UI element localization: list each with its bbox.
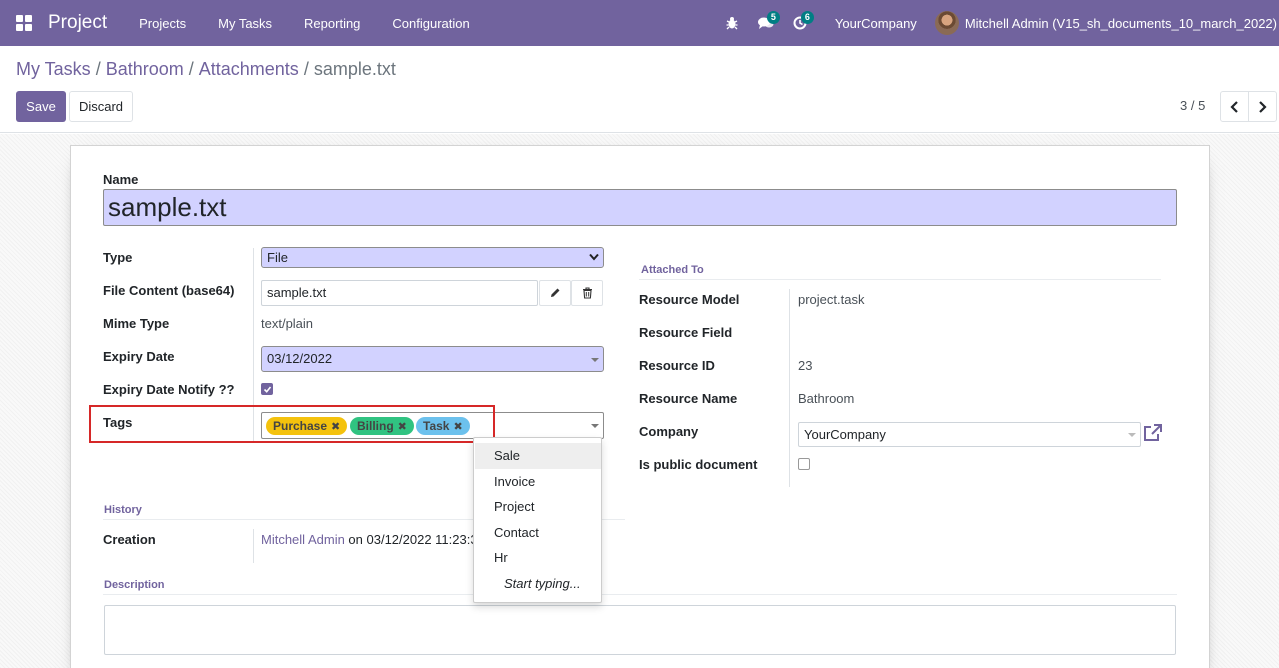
resource-model-value: project.task — [798, 292, 865, 307]
expiry-date-value: 03/12/2022 — [267, 351, 333, 366]
activities-icon[interactable]: 6 — [783, 0, 817, 46]
is-public-checkbox[interactable] — [798, 458, 810, 470]
save-button[interactable]: Save — [16, 91, 66, 122]
attached-to-title: Attached To — [641, 264, 704, 276]
dropdown-option-hr[interactable]: Hr — [475, 545, 601, 571]
chevron-right-icon — [1259, 100, 1267, 113]
breadcrumb-current: sample.txt — [313, 59, 396, 79]
breadcrumb-separator: / — [303, 59, 309, 79]
file-content-label: File Content (base64) — [103, 283, 235, 298]
name-label: Name — [103, 172, 139, 187]
history-title: History — [104, 504, 142, 516]
resource-model-label: Resource Model — [639, 292, 740, 307]
resource-name-label: Resource Name — [639, 391, 738, 406]
pager-previous-button[interactable] — [1220, 91, 1249, 122]
dropdown-option-invoice[interactable]: Invoice — [475, 469, 601, 495]
expiry-notify-checkbox[interactable] — [261, 383, 273, 395]
creation-label: Creation — [103, 532, 156, 547]
avatar — [934, 11, 959, 35]
resource-field-label: Resource Field — [639, 325, 733, 340]
is-public-label: Is public document — [639, 457, 758, 472]
app-name[interactable]: Project — [48, 12, 107, 34]
expiry-date-input[interactable]: 03/12/2022 — [261, 346, 604, 372]
type-label: Type — [103, 250, 133, 265]
tags-highlight-box — [89, 405, 495, 443]
resource-id-value: 23 — [798, 358, 813, 373]
external-link-icon — [1144, 424, 1162, 441]
systray: 5 6 YourCompany Mitchell Admin (V15_sh_d… — [715, 0, 1279, 46]
breadcrumb: My Tasks / Bathroom / Attachments / samp… — [16, 59, 396, 80]
resource-id-label: Resource ID — [639, 358, 715, 373]
pager-value[interactable]: 3 / 5 — [1180, 98, 1205, 113]
expiry-date-label: Expiry Date — [103, 349, 175, 364]
external-link-button[interactable] — [1143, 424, 1162, 445]
edit-file-button[interactable] — [539, 280, 571, 306]
clear-file-button[interactable] — [571, 280, 603, 306]
tags-dropdown: Sale Invoice Project Contact Hr Start ty… — [473, 437, 602, 603]
name-input[interactable]: sample.txt — [103, 189, 1177, 226]
dropdown-hint: Start typing... — [504, 576, 581, 591]
menu-reporting[interactable]: Reporting — [288, 16, 376, 31]
company-switcher[interactable]: YourCompany — [817, 16, 935, 31]
breadcrumb-separator: / — [188, 59, 194, 79]
dropdown-option-contact[interactable]: Contact — [475, 520, 601, 546]
field-separator — [789, 289, 790, 487]
messages-icon[interactable]: 5 — [749, 0, 783, 46]
breadcrumb-separator: / — [95, 59, 101, 79]
mime-type-value: text/plain — [261, 316, 314, 331]
type-select[interactable]: File — [261, 247, 604, 268]
creation-date: on 03/12/2022 11:23:3 — [344, 532, 478, 547]
expiry-notify-label: Expiry Date Notify ?? — [103, 382, 235, 397]
creation-value: Mitchell Admin on 03/12/2022 11:23:3 — [261, 532, 478, 547]
pencil-icon — [551, 288, 560, 297]
company-select[interactable]: YourCompany — [798, 422, 1141, 447]
caret-down-icon — [591, 358, 599, 362]
activities-count-badge: 6 — [800, 11, 814, 24]
user-name: Mitchell Admin (V15_sh_documents_10_marc… — [964, 15, 1277, 31]
chevron-down-icon — [589, 253, 599, 261]
company-value: YourCompany — [804, 427, 886, 442]
messages-count-badge: 5 — [766, 11, 780, 24]
pager-next-button[interactable] — [1248, 91, 1277, 122]
breadcrumb-attachments[interactable]: Attachments — [199, 59, 299, 80]
dropdown-option-project[interactable]: Project — [475, 494, 601, 520]
description-editor[interactable] — [104, 605, 1176, 655]
company-label: Company — [639, 424, 699, 439]
resource-name-value: Bathroom — [798, 391, 855, 406]
section-divider — [103, 594, 1177, 595]
apps-menu-icon[interactable] — [16, 15, 32, 31]
check-icon — [263, 386, 272, 393]
field-separator — [253, 529, 254, 563]
file-content-field: sample.txt — [261, 280, 538, 306]
user-menu[interactable]: Mitchell Admin (V15_sh_documents_10_marc… — [934, 11, 1279, 35]
dropdown-option-sale[interactable]: Sale — [475, 443, 601, 469]
discard-button[interactable]: Discard — [69, 91, 133, 122]
description-title: Description — [104, 579, 165, 591]
trash-icon — [582, 287, 592, 299]
caret-down-icon[interactable] — [591, 424, 599, 428]
chevron-left-icon — [1230, 100, 1238, 113]
bug-icon[interactable] — [715, 0, 749, 46]
control-panel: My Tasks / Bathroom / Attachments / samp… — [0, 46, 1279, 133]
creation-user-link[interactable]: Mitchell Admin — [261, 532, 345, 547]
section-divider — [639, 279, 1161, 280]
menu-projects[interactable]: Projects — [123, 16, 202, 31]
breadcrumb-my-tasks[interactable]: My Tasks — [16, 59, 91, 80]
mime-type-label: Mime Type — [103, 316, 170, 331]
type-value: File — [267, 250, 288, 265]
menu-configuration[interactable]: Configuration — [376, 16, 485, 31]
top-navbar: Project Projects My Tasks Reporting Conf… — [0, 0, 1279, 46]
breadcrumb-bathroom[interactable]: Bathroom — [106, 59, 184, 80]
caret-down-icon — [1128, 433, 1136, 437]
menu-my-tasks[interactable]: My Tasks — [202, 16, 288, 31]
